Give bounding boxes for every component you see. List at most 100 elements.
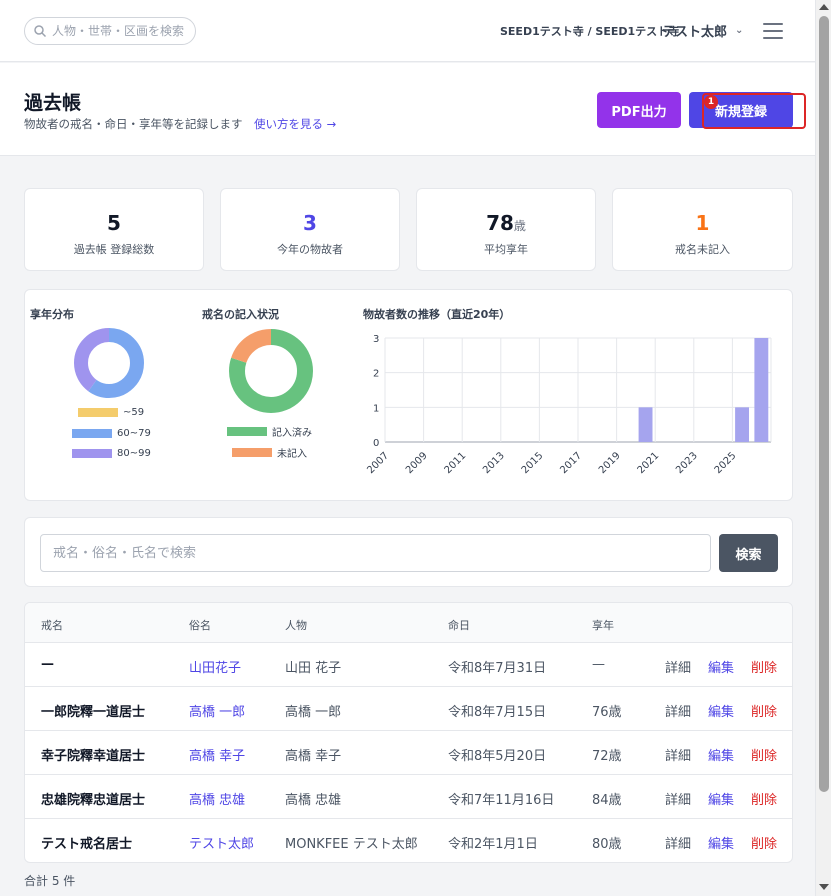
edit-link[interactable]: 編集 xyxy=(708,789,734,808)
cell-kaimyo: テスト戒名居士 xyxy=(41,837,133,852)
cell-zokumyo[interactable]: 高橋 一郎 xyxy=(189,701,245,720)
cell-kaimyo: 幸子院釋幸道居士 xyxy=(41,749,146,764)
delete-link[interactable]: 削除 xyxy=(751,701,777,720)
detail-link[interactable]: 詳細 xyxy=(665,701,691,720)
stat-value: 1 xyxy=(695,211,710,235)
edit-link[interactable]: 編集 xyxy=(708,745,734,764)
cell-age: 80歳 xyxy=(592,837,622,852)
x-tick-label: 2011 xyxy=(443,450,469,476)
scrollbar[interactable] xyxy=(815,0,831,896)
charts-panel: 享年分布 ~59 60~79 80~99 戒名の記入状況 記入済み 未記入 物故… xyxy=(24,289,793,501)
x-tick-label: 2017 xyxy=(558,450,584,476)
cell-date: 令和2年1月1日 xyxy=(448,837,538,852)
y-tick-label: 0 xyxy=(373,438,379,449)
cell-date: 令和7年11月16日 xyxy=(448,793,555,808)
legend-item: 記入済み xyxy=(227,424,312,439)
cell-zokumyo[interactable]: 高橋 幸子 xyxy=(189,745,245,764)
cell-age: 72歳 xyxy=(592,749,622,764)
y-tick-label: 2 xyxy=(373,369,379,380)
pdf-export-button[interactable]: PDF出力 xyxy=(597,92,681,128)
hamburger-menu-icon[interactable] xyxy=(763,23,783,39)
scroll-down-icon[interactable] xyxy=(819,884,829,890)
x-tick-label: 2025 xyxy=(713,450,739,476)
delete-link[interactable]: 削除 xyxy=(751,657,777,676)
cell-kaimyo: — xyxy=(41,657,54,672)
trend-bar-chart: 0 1 2 3 2007 2009 2011 2013 2015 2017 2019 2021 2023… xyxy=(365,334,772,476)
kakocho-table: 戒名 俗名 人物 命日 享年 — 山田花子 山田 花子 令和8年7月31日 — 詳細 編集削… xyxy=(24,602,793,863)
cell-person: 高橋 一郎 xyxy=(285,705,342,720)
edit-link[interactable]: 編集 xyxy=(708,833,734,852)
x-tick-label: 2009 xyxy=(404,450,430,476)
user-menu[interactable]: テスト太郎 ⌄ xyxy=(662,21,743,40)
search-icon xyxy=(34,25,47,38)
kaimyo-search-input[interactable] xyxy=(40,534,711,572)
global-search-input[interactable] xyxy=(52,24,186,38)
age-chart-title: 享年分布 xyxy=(30,308,74,321)
edit-link[interactable]: 編集 xyxy=(708,701,734,720)
stat-card-average-age: 78歳 平均享年 xyxy=(416,188,596,271)
stat-label: 過去帳 登録総数 xyxy=(73,243,155,256)
x-tick-label: 2021 xyxy=(636,450,662,476)
delete-link[interactable]: 削除 xyxy=(751,789,777,808)
cell-zokumyo[interactable]: 高橋 忠雄 xyxy=(189,789,245,808)
table-row: テスト戒名居士 テスト太郎 MONKFEE テスト太郎 令和2年1月1日 80歳 詳細 編集… xyxy=(25,819,792,862)
stat-value: 3 xyxy=(303,211,317,235)
delete-link[interactable]: 削除 xyxy=(751,745,777,764)
detail-link[interactable]: 詳細 xyxy=(665,833,691,852)
kaimyo-status-donut xyxy=(229,329,313,413)
help-link[interactable]: 使い方を見る → xyxy=(254,116,336,132)
chevron-down-icon: ⌄ xyxy=(735,25,744,36)
kaimyo-chart-title: 戒名の記入状況 xyxy=(202,308,279,321)
table-header: 戒名 俗名 人物 命日 享年 xyxy=(25,603,792,643)
stat-card-total: 5 過去帳 登録総数 xyxy=(24,188,204,271)
edit-link[interactable]: 編集 xyxy=(708,657,734,676)
cell-kaimyo: 一郎院釋一道居士 xyxy=(41,705,146,720)
page-title: 過去帳 xyxy=(24,92,82,114)
x-tick-label: 2019 xyxy=(597,450,623,476)
age-distribution-donut xyxy=(74,328,144,398)
y-tick-label: 3 xyxy=(373,334,379,345)
column-header: 戒名 xyxy=(41,619,63,632)
cell-zokumyo[interactable]: テスト太郎 xyxy=(189,833,254,852)
legend-item: 未記入 xyxy=(232,445,307,460)
table-row: 一郎院釋一道居士 高橋 一郎 高橋 一郎 令和8年7月15日 76歳 詳細 編集 削除 xyxy=(25,687,792,731)
column-header: 享年 xyxy=(592,619,614,632)
user-name: テスト太郎 xyxy=(662,25,728,40)
column-header: 人物 xyxy=(285,619,307,632)
detail-link[interactable]: 詳細 xyxy=(665,745,691,764)
cell-date: 令和8年7月15日 xyxy=(448,705,547,720)
bar xyxy=(638,407,653,442)
page-header: 過去帳 物故者の戒名・命日・享年等を記録します 使い方を見る → PDF出力 新… xyxy=(0,63,815,156)
cell-age: 84歳 xyxy=(592,793,622,808)
page-subtitle: 物故者の戒名・命日・享年等を記録します xyxy=(24,117,243,131)
detail-link[interactable]: 詳細 xyxy=(665,657,691,676)
column-header: 命日 xyxy=(448,619,470,632)
detail-link[interactable]: 詳細 xyxy=(665,789,691,808)
stat-label: 戒名未記入 xyxy=(675,243,730,256)
cell-age: — xyxy=(592,657,605,672)
x-tick-label: 2015 xyxy=(520,450,546,476)
cell-person: 高橋 幸子 xyxy=(285,749,342,764)
search-panel: 検索 xyxy=(24,517,793,587)
legend-item: 60~79 xyxy=(72,428,151,439)
scroll-thumb[interactable] xyxy=(819,16,829,792)
y-tick-label: 1 xyxy=(373,403,379,414)
trend-chart-title: 物故者数の推移（直近20年） xyxy=(363,308,511,321)
bar xyxy=(735,407,749,442)
stat-label: 今年の物故者 xyxy=(277,243,343,256)
cell-zokumyo[interactable]: 山田花子 xyxy=(189,657,241,676)
delete-link[interactable]: 削除 xyxy=(751,833,777,852)
x-tick-label: 2007 xyxy=(365,450,391,476)
cell-date: 令和8年5月20日 xyxy=(448,749,547,764)
cell-age: 76歳 xyxy=(592,705,622,720)
table-row: 幸子院釋幸道居士 高橋 幸子 高橋 幸子 令和8年5月20日 72歳 詳細 編集 削除 xyxy=(25,731,792,775)
x-tick-label: 2013 xyxy=(481,450,507,476)
cell-date: 令和8年7月31日 xyxy=(448,661,547,676)
scroll-up-icon[interactable] xyxy=(819,4,829,10)
search-button[interactable]: 検索 xyxy=(719,534,778,572)
global-search[interactable] xyxy=(24,17,196,45)
x-tick-label: 2023 xyxy=(674,450,700,476)
top-bar: SEED1テスト寺 / SEED1テスト寺 テスト太郎 ⌄ xyxy=(0,0,815,62)
column-header: 俗名 xyxy=(189,619,211,632)
stat-label: 平均享年 xyxy=(484,243,528,256)
